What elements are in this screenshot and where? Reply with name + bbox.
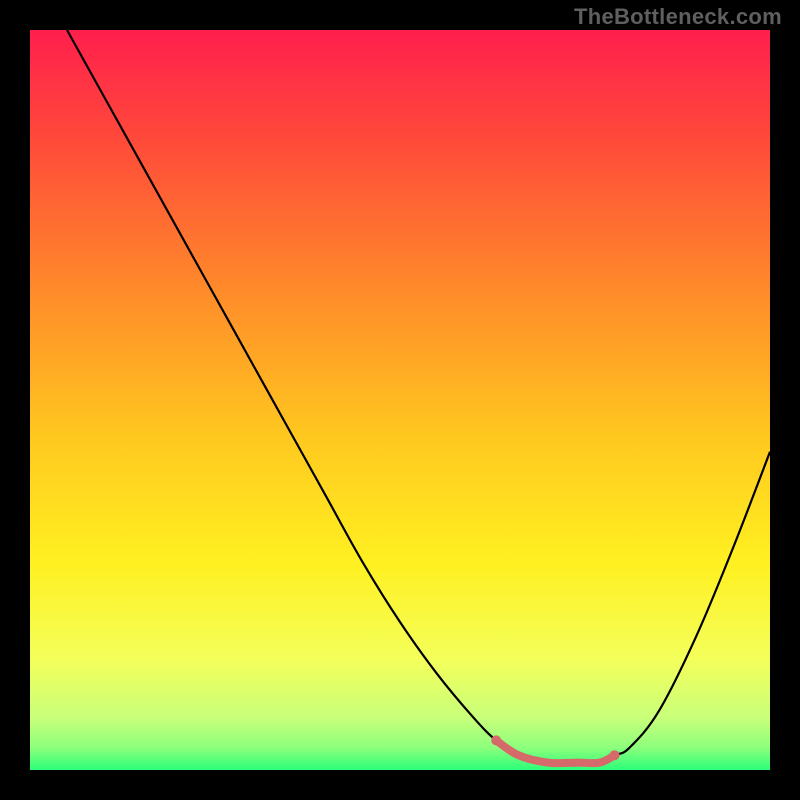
highlight-start-dot	[491, 735, 501, 745]
chart-svg	[30, 30, 770, 770]
plot-area	[30, 30, 770, 770]
highlight-end-dot	[610, 750, 620, 760]
chart-frame: TheBottleneck.com	[0, 0, 800, 800]
watermark-text: TheBottleneck.com	[574, 4, 782, 30]
gradient-background	[30, 30, 770, 770]
